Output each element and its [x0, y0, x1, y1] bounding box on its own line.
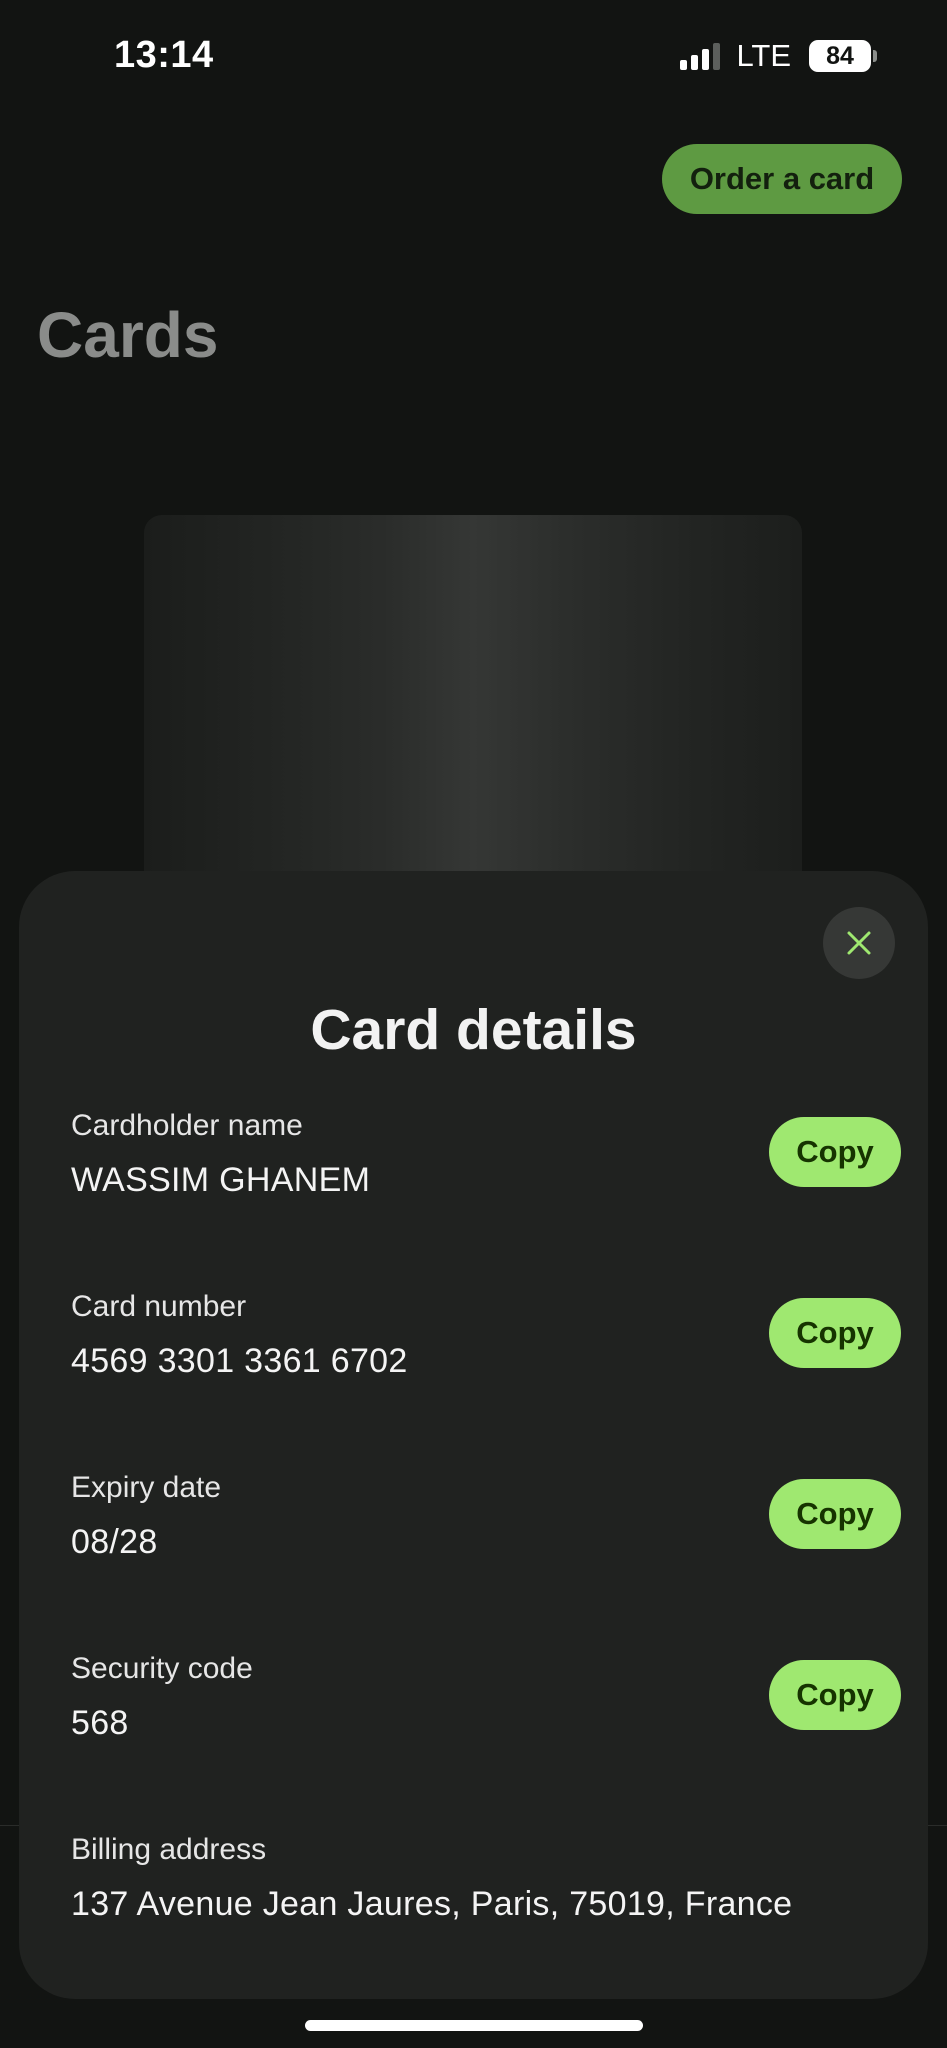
card-number-value: 4569 3301 3361 6702 [71, 1342, 408, 1380]
security-code-row: Security code 568 Copy [71, 1652, 901, 1772]
cardholder-name-label: Cardholder name [71, 1109, 303, 1142]
expiry-date-row: Expiry date 08/28 Copy [71, 1471, 901, 1591]
card-image[interactable] [144, 515, 802, 915]
card-number-row: Card number 4569 3301 3361 6702 Copy [71, 1290, 901, 1410]
network-label: LTE [736, 38, 791, 73]
status-time: 13:14 [114, 34, 214, 76]
status-bar: 13:14 LTE 84 [0, 0, 947, 110]
battery-icon: 84 [809, 40, 877, 72]
copy-card-number-button[interactable]: Copy [769, 1298, 901, 1368]
cardholder-name-value: WASSIM GHANEM [71, 1161, 371, 1199]
page-title: Cards [37, 299, 219, 371]
close-button[interactable] [823, 907, 895, 979]
signal-icon [680, 42, 721, 70]
billing-address-row: Billing address 137 Avenue Jean Jaures, … [71, 1833, 901, 1953]
security-code-label: Security code [71, 1652, 253, 1685]
billing-address-value: 137 Avenue Jean Jaures, Paris, 75019, Fr… [71, 1885, 793, 1923]
screen: 13:14 LTE 84 Order a card Cards Card det… [0, 0, 947, 2048]
close-icon [847, 931, 871, 955]
battery-level: 84 [809, 40, 871, 72]
security-code-value: 568 [71, 1704, 129, 1742]
billing-address-label: Billing address [71, 1833, 267, 1866]
home-indicator[interactable] [305, 2020, 643, 2031]
order-card-button[interactable]: Order a card [662, 144, 902, 214]
card-details-sheet: Card details Cardholder name WASSIM GHAN… [19, 871, 928, 1999]
copy-security-code-button[interactable]: Copy [769, 1660, 901, 1730]
status-indicators: LTE 84 [680, 36, 877, 76]
sheet-title: Card details [310, 998, 637, 1062]
expiry-date-value: 08/28 [71, 1523, 158, 1561]
copy-expiry-date-button[interactable]: Copy [769, 1479, 901, 1549]
copy-cardholder-name-button[interactable]: Copy [769, 1117, 901, 1187]
card-number-label: Card number [71, 1290, 247, 1323]
cardholder-name-row: Cardholder name WASSIM GHANEM Copy [71, 1109, 901, 1229]
expiry-date-label: Expiry date [71, 1471, 222, 1504]
